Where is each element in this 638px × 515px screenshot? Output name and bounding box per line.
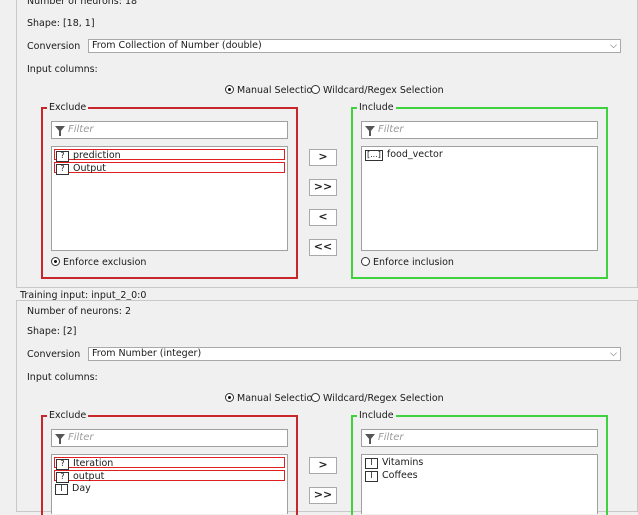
item-label: Iteration [73, 458, 114, 469]
filter-placeholder: Filter [68, 432, 94, 443]
chevron-down-icon: ⌵ [610, 349, 617, 359]
item-label: Day [72, 483, 91, 494]
manual-selection-radio[interactable]: Manual Selection [225, 393, 318, 405]
manual-selection-label: Manual Selection [237, 85, 319, 96]
include-list[interactable]: [...] food_vector [361, 146, 598, 251]
wildcard-selection-label: Wildcard/Regex Selection [323, 393, 444, 404]
neurons-label: Number of neurons: 2 [27, 306, 131, 317]
exclude-filter-input[interactable]: Filter [51, 121, 288, 139]
radio-selected-icon [225, 85, 234, 94]
filter-icon [365, 434, 375, 444]
include-title: Include [357, 102, 396, 114]
manual-selection-label: Manual Selection [237, 393, 319, 404]
list-item[interactable]: ? prediction [54, 149, 285, 162]
enforce-inclusion-radio[interactable]: Enforce inclusion [361, 257, 454, 269]
conversion-label: Conversion [27, 41, 81, 52]
item-label: output [73, 471, 105, 482]
filter-placeholder: Filter [378, 432, 404, 443]
unknown-type-icon: ? [56, 164, 69, 175]
chevron-down-icon: ⌵ [610, 41, 617, 51]
wildcard-selection-radio[interactable]: Wildcard/Regex Selection [311, 393, 444, 405]
neurons-label: Number of neurons: 18 [27, 0, 138, 7]
include-group: Include Filter [...] food_vector Enforce … [351, 102, 608, 279]
radio-unselected-icon [311, 85, 320, 94]
input-columns-label: Input columns: [27, 372, 98, 383]
wildcard-selection-label: Wildcard/Regex Selection [323, 85, 444, 96]
conversion-dropdown[interactable]: From Number (integer) ⌵ [88, 347, 621, 361]
filter-icon [365, 126, 375, 136]
conversion-label: Conversion [27, 349, 81, 360]
include-title: Include [357, 410, 396, 422]
collection-type-icon: [...] [365, 150, 383, 161]
exclude-list[interactable]: ? prediction ? Output [51, 146, 288, 251]
include-filter-input[interactable]: Filter [361, 121, 598, 139]
integer-type-icon: I [55, 484, 68, 495]
remove-all-button[interactable]: << [309, 239, 337, 256]
exclude-group: Exclude Filter ? Iteration ? output I Day [41, 410, 298, 515]
unknown-type-icon: ? [56, 151, 69, 162]
item-label: Output [73, 163, 106, 174]
list-item[interactable]: ? Output [54, 162, 285, 175]
include-group: Include Filter I Vitamins I Coffees [351, 410, 608, 515]
exclude-filter-input[interactable]: Filter [51, 429, 288, 447]
manual-selection-radio[interactable]: Manual Selection [225, 85, 318, 97]
filter-icon [55, 434, 65, 444]
unknown-type-icon: ? [56, 472, 69, 483]
include-filter-input[interactable]: Filter [361, 429, 598, 447]
radio-selected-icon [51, 257, 60, 266]
integer-type-icon: I [365, 458, 378, 469]
enforce-exclusion-radio[interactable]: Enforce exclusion [51, 257, 146, 269]
shape-label: Shape: [2] [27, 326, 77, 337]
integer-type-icon: I [365, 471, 378, 482]
remove-button[interactable]: < [309, 209, 337, 226]
filter-placeholder: Filter [68, 124, 94, 135]
add-button[interactable]: > [309, 149, 337, 166]
exclude-title: Exclude [47, 102, 89, 114]
list-item[interactable]: I Coffees [364, 470, 418, 482]
list-item[interactable]: I Vitamins [364, 457, 424, 469]
item-label: Coffees [382, 470, 418, 481]
add-all-button[interactable]: >> [309, 179, 337, 196]
add-button[interactable]: > [309, 457, 337, 474]
shape-label: Shape: [18, 1] [27, 18, 95, 29]
radio-unselected-icon [361, 257, 370, 266]
list-item[interactable]: I Day [54, 483, 91, 495]
filter-placeholder: Filter [378, 124, 404, 135]
filter-icon [55, 126, 65, 136]
conversion-value: From Collection of Number (double) [92, 40, 262, 51]
enforce-exclusion-label: Enforce exclusion [63, 257, 147, 268]
wildcard-selection-radio[interactable]: Wildcard/Regex Selection [311, 85, 444, 97]
radio-selected-icon [225, 393, 234, 402]
item-label: Vitamins [382, 457, 424, 468]
enforce-inclusion-label: Enforce inclusion [373, 257, 454, 268]
list-item[interactable]: ? output [54, 470, 285, 483]
radio-unselected-icon [311, 393, 320, 402]
item-label: prediction [73, 150, 121, 161]
conversion-value: From Number (integer) [92, 348, 202, 359]
include-list[interactable]: I Vitamins I Coffees [361, 454, 598, 514]
input-columns-label: Input columns: [27, 64, 98, 75]
exclude-title: Exclude [47, 410, 89, 422]
item-label: food_vector [386, 149, 443, 160]
exclude-group: Exclude Filter ? prediction ? Output Enfor… [41, 102, 298, 279]
exclude-list[interactable]: ? Iteration ? output I Day [51, 454, 288, 514]
add-all-button[interactable]: >> [309, 487, 337, 504]
unknown-type-icon: ? [56, 459, 69, 470]
list-item[interactable]: [...] food_vector [364, 149, 443, 161]
list-item[interactable]: ? Iteration [54, 457, 285, 470]
conversion-dropdown[interactable]: From Collection of Number (double) ⌵ [88, 39, 621, 53]
